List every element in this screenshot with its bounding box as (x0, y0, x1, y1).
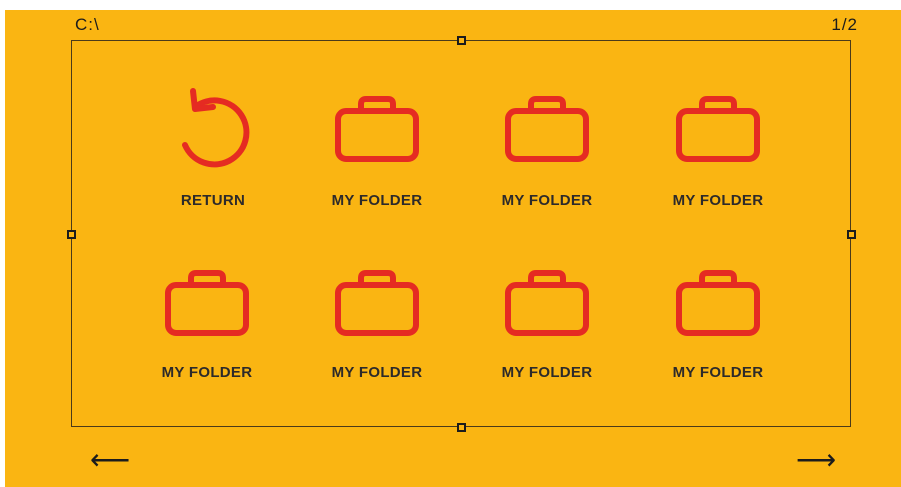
next-page-arrow-icon[interactable]: ⟶ (796, 446, 836, 474)
folder-tile-5[interactable]: MY FOLDER (302, 262, 452, 392)
folder-tile-7[interactable]: MY FOLDER (643, 262, 793, 392)
folder-label: MY FOLDER (501, 192, 593, 209)
folder-tile-3[interactable]: MY FOLDER (643, 88, 793, 218)
folder-icon (643, 262, 793, 342)
folder-label: MY FOLDER (672, 192, 764, 209)
return-icon (138, 88, 288, 168)
folder-label: MY FOLDER (331, 364, 423, 381)
folder-label: MY FOLDER (161, 364, 253, 381)
prev-page-arrow-icon[interactable]: ⟵ (90, 446, 130, 474)
folder-label: MY FOLDER (672, 364, 764, 381)
return-tile[interactable]: RETURN (138, 88, 288, 218)
folder-icon (643, 88, 793, 168)
page-indicator: 1/2 (831, 15, 858, 34)
folder-tile-4[interactable]: MY FOLDER (132, 262, 282, 392)
frame-handle-right[interactable] (847, 230, 856, 239)
folder-icon (302, 88, 452, 168)
current-path: C:\ (75, 15, 100, 34)
folder-icon (132, 262, 282, 342)
folder-icon (302, 262, 452, 342)
frame-handle-bottom[interactable] (457, 423, 466, 432)
folder-icon (472, 262, 622, 342)
folder-tile-1[interactable]: MY FOLDER (302, 88, 452, 218)
folder-icon (472, 88, 622, 168)
folder-label: MY FOLDER (331, 192, 423, 209)
frame-handle-top[interactable] (457, 36, 466, 45)
return-label: RETURN (180, 192, 246, 209)
folder-tile-2[interactable]: MY FOLDER (472, 88, 622, 218)
folder-label: MY FOLDER (501, 364, 593, 381)
frame-handle-left[interactable] (67, 230, 76, 239)
file-browser-screen: C:\ 1/2 RETURN MY FOLDER MY FOLDER MY FO… (0, 0, 901, 487)
folder-tile-6[interactable]: MY FOLDER (472, 262, 622, 392)
